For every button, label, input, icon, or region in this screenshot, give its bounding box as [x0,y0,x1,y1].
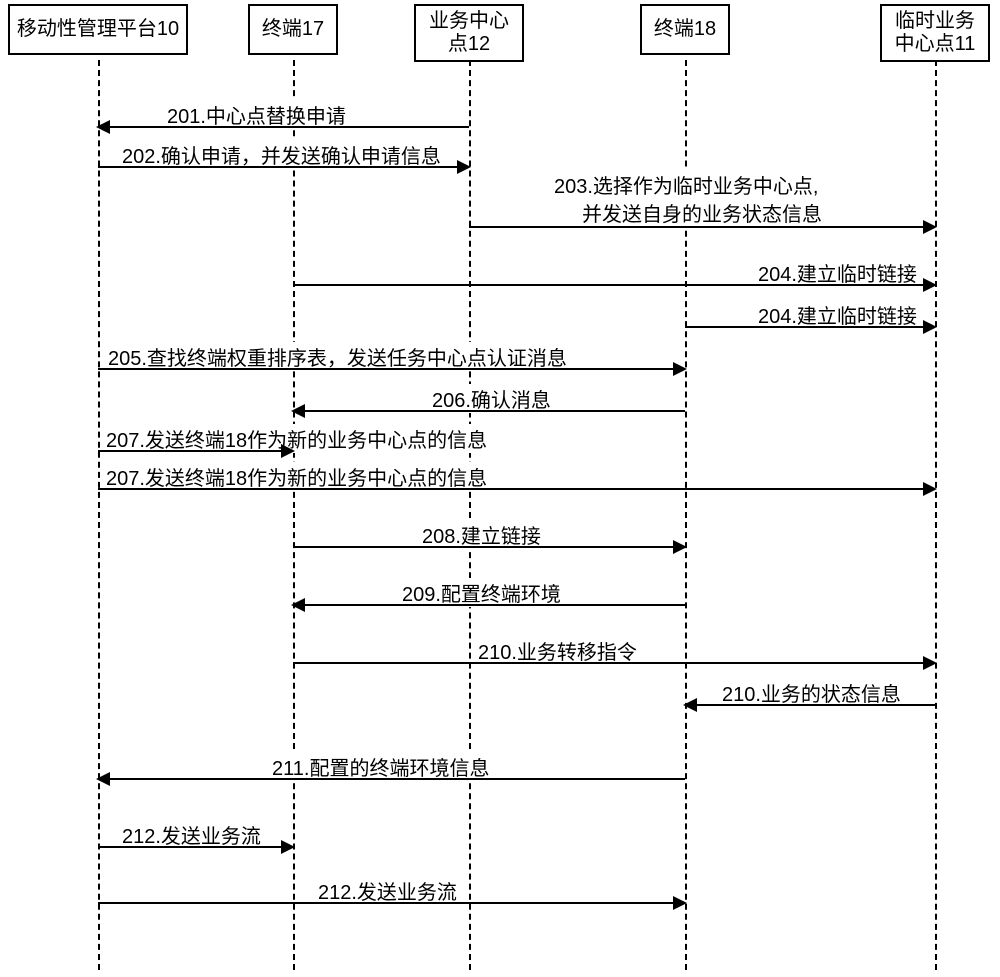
participant-mmp: 移动性管理平台10 [8,4,188,55]
msg-208-label: 208.建立链接 [420,520,543,549]
participant-label: 点12 [448,33,490,55]
msg-208-arrow [293,546,685,548]
msg-202-arrow [98,166,469,168]
msg-207a-label: 207.发送终端18作为新的业务中心点的信息 [104,424,489,453]
participant-t18: 终端18 [640,4,730,55]
msg-205-arrow [98,368,685,370]
msg-207b-arrow [98,488,935,490]
msg-210b-arrow [685,704,935,706]
participant-label: 业务中心 [429,10,509,32]
msg-202-label: 202.确认申请，并发送确认申请信息 [120,140,443,169]
participant-sc12: 业务中心 点12 [414,4,524,62]
msg-207b-label: 207.发送终端18作为新的业务中心点的信息 [104,462,489,491]
msg-204a-label: 204.建立临时链接 [756,258,919,287]
participant-t17: 终端17 [248,4,338,55]
msg-212b-arrow [98,902,685,904]
msg-210a-arrow [293,662,935,664]
lifeline-sc12 [469,60,471,970]
msg-201-label: 201.中心点替换申请 [165,100,348,129]
msg-206-arrow [293,410,685,412]
msg-211-label: 211.配置的终端环境信息 [270,752,491,781]
lifeline-mmp [98,60,100,970]
participant-label: 中心点11 [895,33,976,55]
participant-label: 终端18 [654,18,716,40]
msg-205-label: 205.查找终端权重排序表，发送任务中心点认证消息 [106,342,569,371]
participant-label: 终端17 [262,18,324,40]
msg-209-label: 209.配置终端环境 [400,578,563,607]
msg-206-label: 206.确认消息 [430,384,553,413]
participant-tmp11: 临时业务 中心点11 [880,4,990,62]
msg-212b-label: 212.发送业务流 [316,876,459,905]
lifeline-t17 [293,60,295,970]
msg-204a-arrow [293,284,935,286]
msg-204b-arrow [685,326,935,328]
msg-211-arrow [98,778,685,780]
msg-210b-label: 210.业务的状态信息 [720,678,903,707]
participant-label: 移动性管理平台10 [17,18,179,40]
lifeline-tmp11 [935,60,937,970]
msg-212a-label: 212.发送业务流 [120,820,263,849]
msg-203-label-l2: 并发送自身的业务状态信息 [580,198,824,227]
msg-210a-label: 210.业务转移指令 [476,636,639,665]
msg-204b-label: 204.建立临时链接 [756,300,919,329]
msg-209-arrow [293,604,685,606]
participant-label: 临时业务 [895,10,975,32]
msg-212a-arrow [98,846,293,848]
msg-207a-arrow [98,450,293,452]
msg-201-arrow [98,126,469,128]
sequence-diagram: 移动性管理平台10 终端17 业务中心 点12 终端18 临时业务 中心点11 … [0,0,1000,977]
msg-203-label-l1: 203.选择作为临时业务中心点, [552,170,820,199]
msg-203-arrow [469,226,935,228]
